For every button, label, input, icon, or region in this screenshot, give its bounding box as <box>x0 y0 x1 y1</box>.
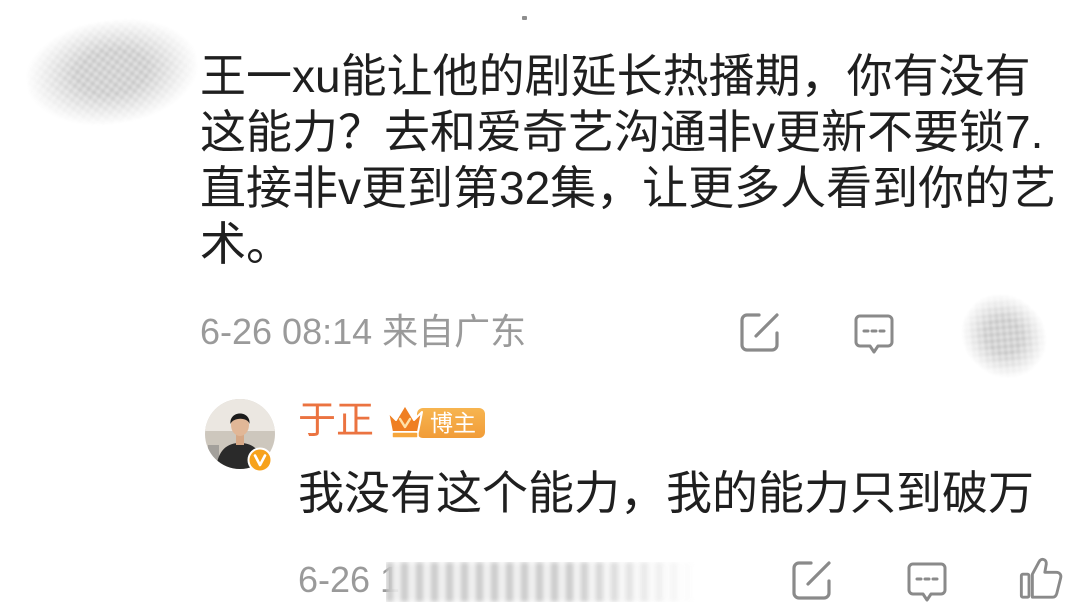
comment-button[interactable] <box>852 312 896 356</box>
author-name[interactable]: 于正 <box>298 399 374 443</box>
verified-v-icon <box>247 447 273 473</box>
comment-text-line: 这能力？去和爱奇艺沟通非v更新不要锁7. <box>200 106 1044 158</box>
blurred-like-button[interactable] <box>944 277 1064 395</box>
comment-meta: 6-26 08:14 来自广东 <box>200 310 526 354</box>
reply-text: 我没有这个能力，我的能力只到破万 <box>298 467 1034 519</box>
share-button[interactable] <box>790 558 834 602</box>
thumbs-up-icon <box>1019 557 1063 599</box>
comment-icon <box>907 562 947 602</box>
share-button[interactable] <box>738 310 782 354</box>
crown-icon <box>387 404 423 439</box>
like-button[interactable] <box>1018 555 1064 601</box>
comment-source: 来自广东 <box>382 311 527 352</box>
blogger-badge: 博主 <box>385 401 487 441</box>
share-icon <box>792 561 831 600</box>
watermark-blurred <box>386 562 696 602</box>
comment-text: 王一xu能让他的剧延长热播期，你有没有 这能力？去和爱奇艺沟通非v更新不要锁7.… <box>200 48 1056 272</box>
comment-text-line: 术。 <box>200 218 292 270</box>
comment-text-line: 直接非v更到第32集，让更多人看到你的艺 <box>200 162 1057 214</box>
reply-timestamp: 6-26 1 <box>298 559 401 600</box>
top-dot <box>522 16 527 20</box>
commenter-avatar-blurred[interactable] <box>19 8 205 136</box>
comment-text-line: 王一xu能让他的剧延长热播期，你有没有 <box>200 50 1031 102</box>
comment-timestamp: 6-26 08:14 <box>200 311 373 352</box>
comment-icon <box>854 314 894 354</box>
badge-label: 博主 <box>417 408 485 438</box>
share-icon <box>740 313 779 352</box>
comment-button[interactable] <box>905 560 949 604</box>
